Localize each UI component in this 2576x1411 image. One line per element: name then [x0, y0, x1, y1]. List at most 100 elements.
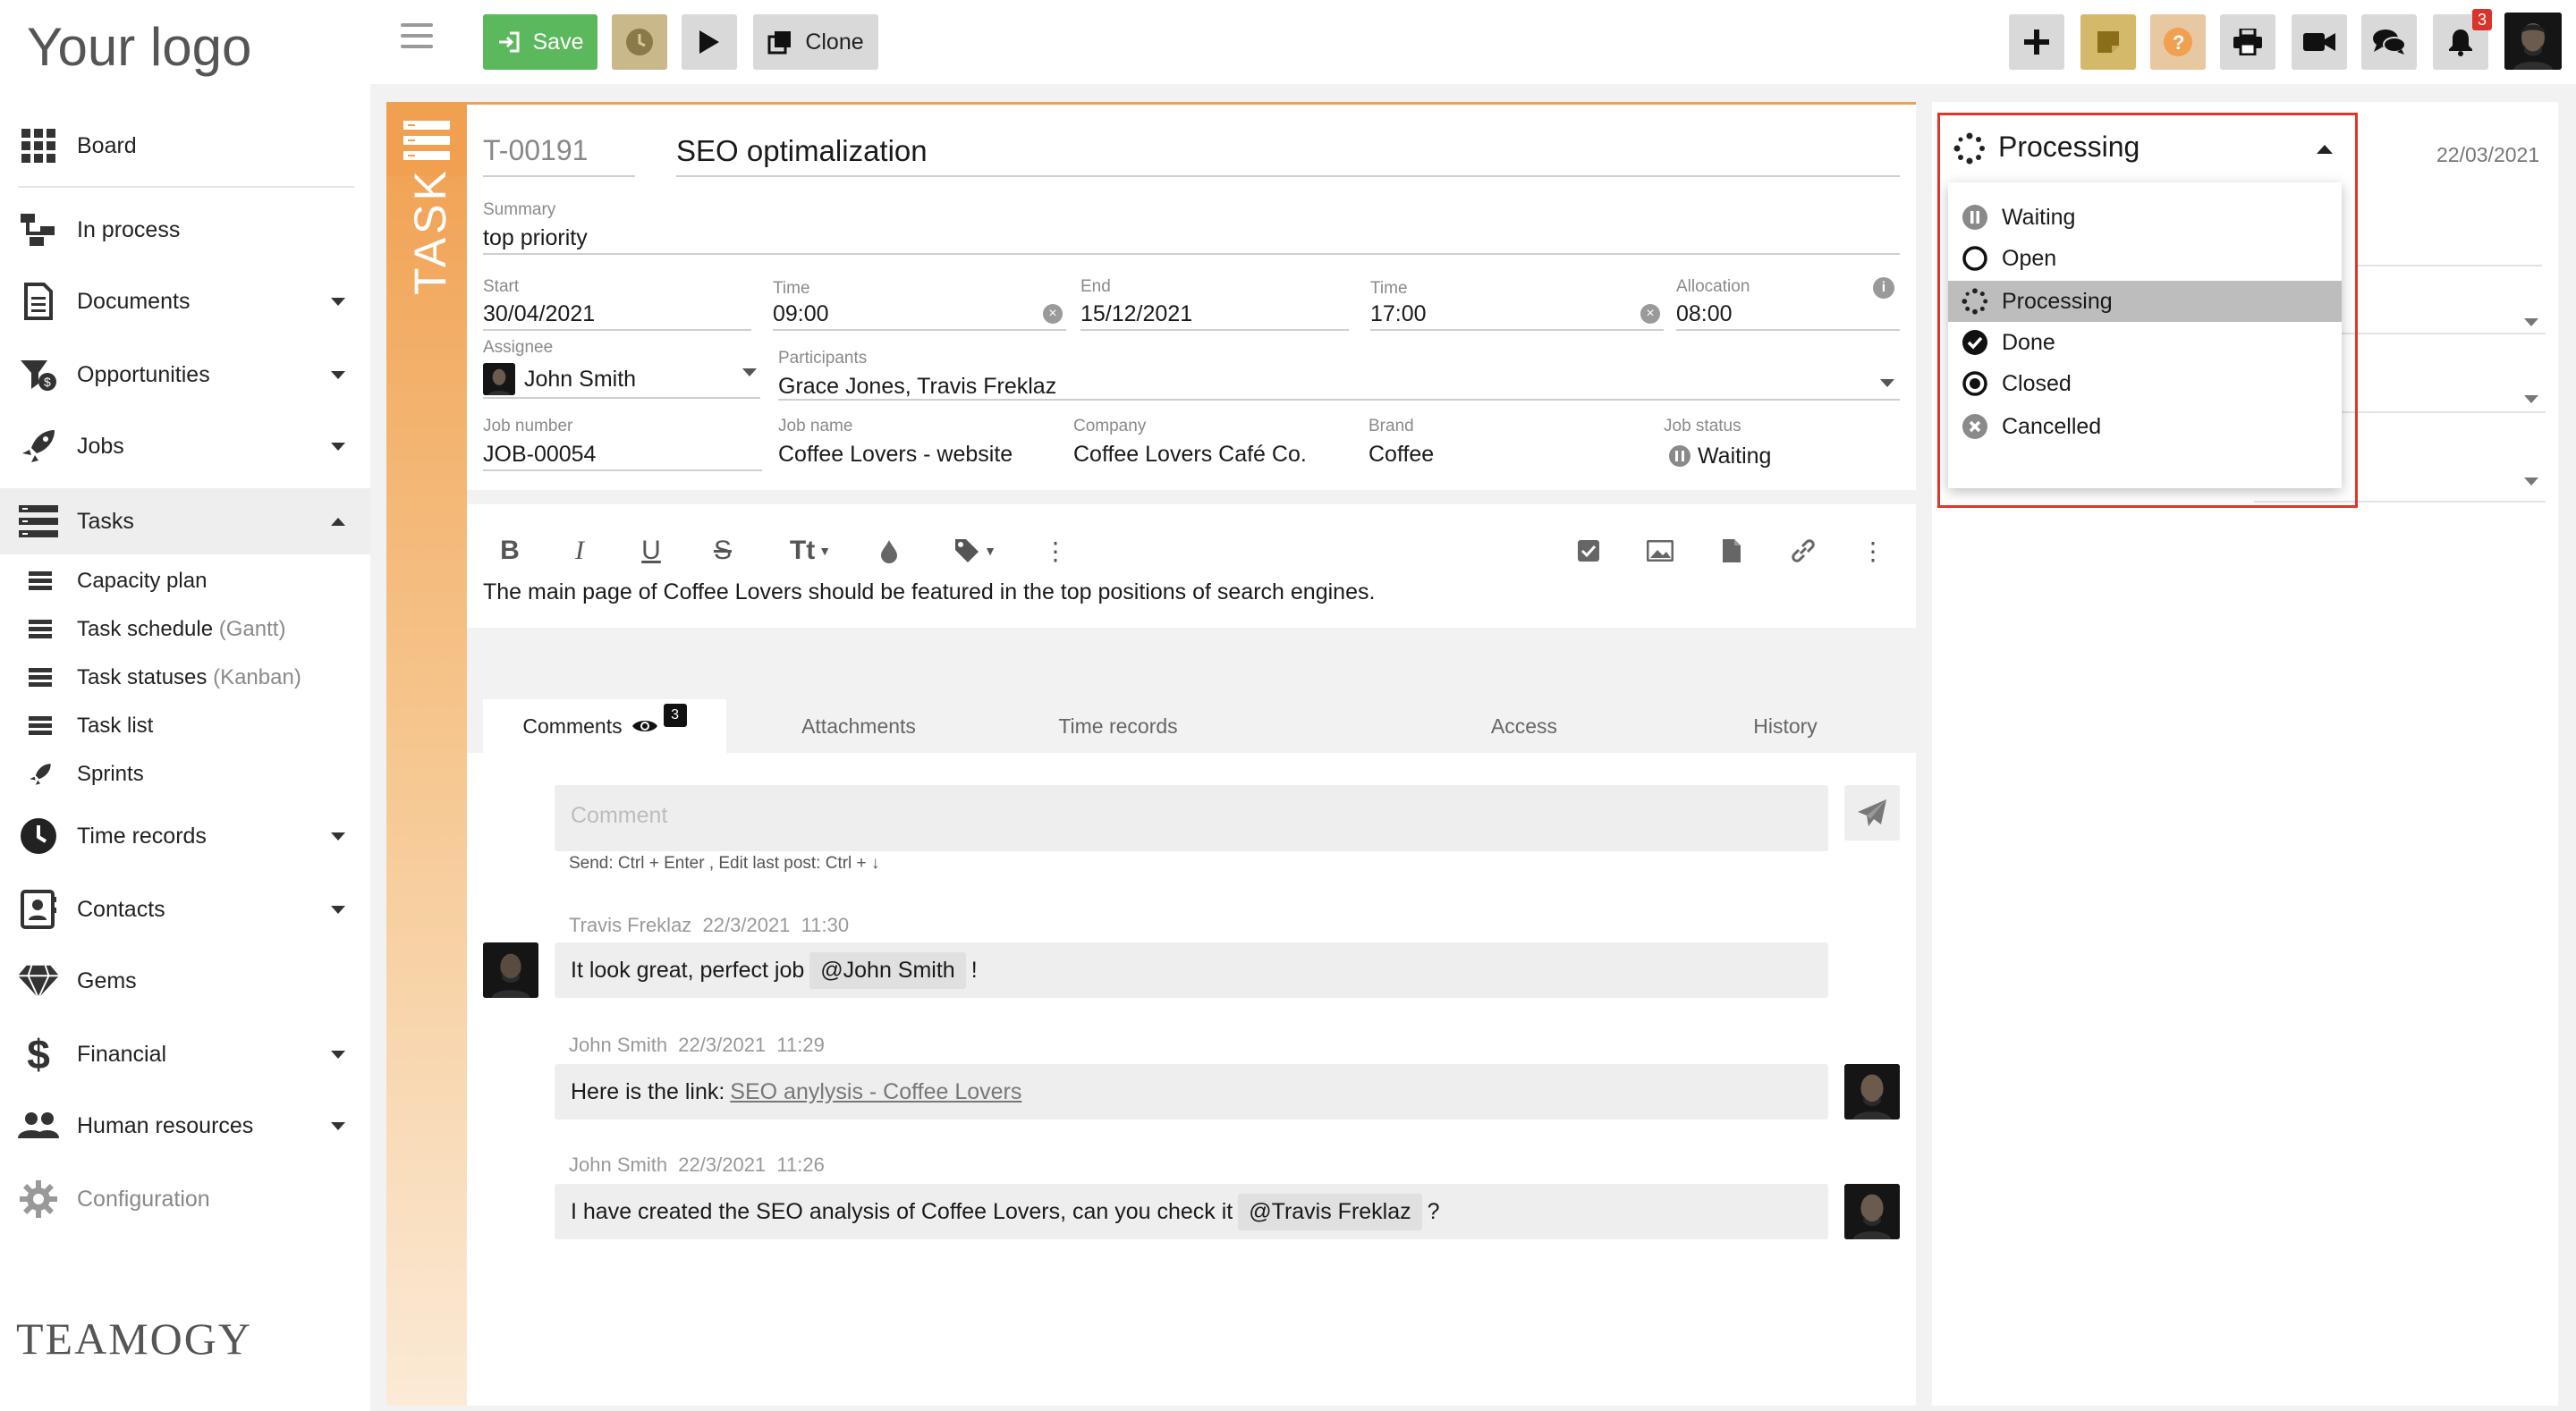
divider — [773, 329, 1066, 331]
comment-input[interactable]: Comment — [555, 785, 1828, 851]
sidebar-item-contacts[interactable]: Contacts — [0, 878, 370, 941]
divider — [483, 253, 1900, 255]
logo[interactable]: Your logo — [27, 16, 251, 78]
chevron-down-icon[interactable] — [331, 442, 345, 451]
tab-attachments[interactable]: Attachments — [769, 699, 948, 753]
mention-tag[interactable]: @John Smith — [809, 951, 966, 989]
task-title[interactable]: SEO optimalization — [676, 134, 928, 168]
sidebar-item-label: Opportunities — [77, 361, 210, 387]
dollar-icon: $ — [27, 1031, 50, 1077]
tag-icon[interactable]: ▼ — [948, 535, 1002, 567]
clear-start-icon[interactable]: × — [1043, 304, 1063, 324]
sidebar-item-board[interactable]: Board — [0, 114, 370, 177]
chevron-down-icon[interactable] — [331, 905, 345, 914]
sidebar-subitem-task-schedule[interactable]: Task schedule (Gantt) — [0, 606, 370, 653]
sidebar-item-in-process[interactable]: In process — [0, 199, 370, 261]
strikethrough-icon[interactable]: S — [707, 535, 739, 567]
time-record-button[interactable] — [612, 14, 667, 70]
font-size-icon[interactable]: Tt ▼ — [784, 535, 837, 567]
underline-icon[interactable]: U — [635, 535, 667, 567]
chevron-down-icon[interactable] — [2524, 477, 2538, 486]
sidebar-item-tasks[interactable]: Tasks — [0, 488, 370, 554]
add-button[interactable] — [2009, 14, 2064, 70]
chevron-down-icon[interactable] — [331, 1050, 345, 1059]
comment-meta: John Smith 22/3/2021 11:26 — [569, 1153, 825, 1177]
user-avatar[interactable] — [2504, 13, 2562, 70]
tab-comments[interactable]: Comments 3 — [483, 699, 726, 753]
start-time-field[interactable]: 09:00 — [773, 301, 829, 327]
chevron-down-icon[interactable] — [2524, 318, 2538, 326]
allocation-field[interactable]: 08:00 — [1676, 301, 1733, 327]
italic-icon[interactable]: I — [564, 535, 596, 567]
chevron-down-icon[interactable] — [1880, 379, 1894, 387]
chevron-down-icon[interactable] — [331, 297, 345, 306]
comment-time: 11:26 — [776, 1153, 825, 1176]
chevron-down-icon[interactable] — [742, 368, 757, 376]
note-button[interactable] — [2080, 14, 2136, 70]
file-icon[interactable] — [1716, 535, 1748, 567]
notifications-button[interactable]: 3 — [2433, 9, 2492, 70]
participants-select[interactable]: Grace Jones, Travis Freklaz — [778, 374, 1056, 400]
sidebar-subitem-task-list[interactable]: Task list — [0, 703, 370, 749]
company-label: Company — [1073, 417, 1147, 435]
tab-access[interactable]: Access — [1435, 699, 1614, 753]
sidebar-item-time-records[interactable]: Time records — [0, 805, 370, 867]
summary-field[interactable]: top priority — [483, 225, 588, 251]
start-date-field[interactable]: 30/04/2021 — [483, 301, 595, 327]
help-icon: ? — [2164, 28, 2192, 56]
hamburger-menu-icon[interactable] — [401, 23, 433, 50]
sidebar-item-label: Human resources — [77, 1112, 254, 1138]
sidebar-item-human-resources[interactable]: Human resources — [0, 1094, 370, 1157]
divider — [483, 469, 762, 471]
tab-time-records[interactable]: Time records — [1029, 699, 1208, 753]
link-icon[interactable] — [1787, 535, 1819, 567]
color-drop-icon[interactable] — [873, 535, 905, 567]
play-button[interactable] — [682, 14, 737, 70]
tab-history[interactable]: History — [1696, 699, 1875, 753]
info-icon[interactable]: i — [1873, 277, 1894, 299]
end-date-field[interactable]: 15/12/2021 — [1080, 301, 1192, 327]
video-button[interactable] — [2292, 14, 2347, 70]
print-button[interactable] — [2220, 14, 2275, 70]
sidebar-item-gems[interactable]: Gems — [0, 950, 370, 1012]
bold-icon[interactable]: B — [494, 535, 526, 567]
chat-icon — [2373, 30, 2405, 55]
checkbox-icon[interactable] — [1572, 535, 1605, 567]
svg-text:?: ? — [2173, 31, 2184, 54]
sidebar-item-configuration[interactable]: Configuration — [0, 1168, 370, 1230]
sidebar-subitem-sprints[interactable]: Sprints — [0, 751, 370, 798]
divider — [778, 399, 1900, 401]
more-icon[interactable]: ⋮ — [1857, 535, 1889, 567]
clone-button[interactable]: Clone — [753, 14, 878, 70]
sidebar-item-documents[interactable]: Documents — [0, 270, 370, 333]
clear-end-icon[interactable]: × — [1640, 304, 1660, 324]
chevron-down-icon[interactable] — [331, 832, 345, 841]
mention-tag[interactable]: @Travis Freklaz — [1238, 1193, 1422, 1230]
send-button[interactable] — [1844, 785, 1900, 841]
sidebar-subitem-capacity-plan[interactable]: Capacity plan — [0, 558, 370, 604]
sidebar-subitem-label: Task list — [77, 714, 154, 738]
sidebar-item-opportunities[interactable]: $ Opportunities — [0, 343, 370, 406]
comment-avatar — [1844, 1064, 1900, 1120]
job-number-field[interactable]: JOB-00054 — [483, 442, 596, 468]
sidebar-item-jobs[interactable]: Jobs — [0, 415, 370, 477]
task-description[interactable]: The main page of Coffee Lovers should be… — [483, 579, 1375, 605]
sidebar-subitem-task-statuses[interactable]: Task statuses (Kanban) — [0, 655, 370, 701]
chevron-up-icon[interactable] — [331, 517, 345, 526]
chat-button[interactable] — [2361, 14, 2417, 70]
chevron-down-icon[interactable] — [331, 370, 345, 379]
assignee-select[interactable]: John Smith — [524, 367, 636, 393]
more-icon[interactable]: ⋮ — [1039, 535, 1072, 567]
image-icon[interactable] — [1644, 535, 1676, 567]
rocket-icon — [18, 426, 59, 467]
end-time-field[interactable]: 17:00 — [1370, 301, 1427, 327]
save-button[interactable]: Save — [483, 14, 597, 70]
sign-in-icon — [498, 31, 519, 53]
sidebar-item-financial[interactable]: $ Financial — [0, 1023, 370, 1086]
sidebar-subitem-label: Sprints — [77, 762, 144, 786]
help-button[interactable]: ? — [2150, 14, 2206, 70]
chevron-down-icon[interactable] — [331, 1121, 345, 1130]
chevron-down-icon[interactable] — [2524, 395, 2538, 403]
sidebar-item-label: In process — [77, 216, 181, 242]
comment-link[interactable]: SEO anylysis - Coffee Lovers — [730, 1079, 1021, 1105]
